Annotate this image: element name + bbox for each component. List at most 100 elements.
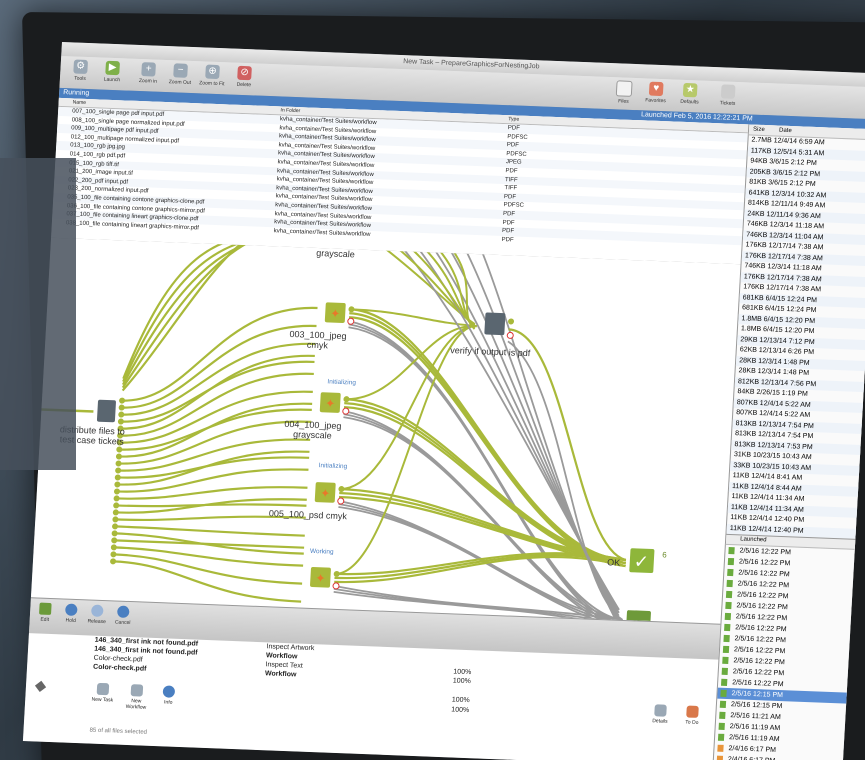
status-icon: [722, 645, 730, 654]
output-port[interactable]: [110, 551, 117, 558]
output-port[interactable]: [116, 446, 123, 453]
workflow-canvas[interactable]: ✦ ✦ ✦ ✦ ✓ 6 grayscale distribute files to tes…: [30, 237, 741, 624]
new-workflow-icon: [130, 684, 144, 697]
to-do-button[interactable]: To Do: [677, 705, 708, 726]
check-icon: ✓: [633, 551, 649, 572]
output-port[interactable]: [338, 486, 345, 493]
error-port[interactable]: [342, 407, 350, 415]
hold-icon: [64, 603, 78, 616]
output-port[interactable]: [112, 516, 119, 523]
monitor: New Task – PrepareGraphicsForNestingJob …: [0, 0, 865, 760]
error-port[interactable]: [332, 582, 340, 590]
output-port[interactable]: [117, 418, 124, 425]
status-icon: [718, 722, 725, 730]
launched-time: 2/5/16 11:21 AM: [730, 712, 781, 722]
output-port[interactable]: [115, 467, 122, 474]
zoom-fit-icon: ⊕: [205, 64, 220, 80]
zoom-to-fit-button[interactable]: ⊕ Zoom to Fit: [196, 64, 229, 87]
col-folder[interactable]: In Folder: [280, 106, 300, 115]
output-port[interactable]: [113, 495, 120, 502]
launch-button[interactable]: ▶ Launch: [96, 60, 129, 83]
status-icon: [719, 700, 727, 708]
launched-time: 2/5/16 12:22 PM: [737, 580, 790, 590]
output-port[interactable]: [343, 396, 350, 403]
delete-button[interactable]: ⊘ Delete: [228, 65, 261, 88]
butterfly-icon: ✦: [330, 307, 341, 321]
status-icon: [722, 656, 729, 665]
output-port[interactable]: [115, 460, 122, 467]
zoom-in-button[interactable]: + Zoom in: [132, 62, 165, 85]
launched-time: 2/5/16 12:22 PM: [736, 602, 789, 612]
to-do-icon: [686, 705, 699, 718]
new-workflow-button[interactable]: New Workflow: [121, 684, 152, 711]
status-icon: [726, 579, 733, 588]
output-port[interactable]: [111, 537, 118, 544]
files-button[interactable]: Files: [607, 80, 640, 105]
favorites-button[interactable]: ♥ Favorites: [639, 81, 672, 104]
zoom-in-icon: +: [141, 62, 156, 77]
error-port[interactable]: [337, 497, 345, 505]
edit-button[interactable]: Edit: [32, 602, 59, 623]
defaults-icon: ★: [682, 82, 698, 98]
cancel-icon: [116, 605, 130, 618]
details-button[interactable]: Details: [645, 704, 676, 725]
output-port[interactable]: [119, 397, 126, 404]
overlay-panel: [0, 158, 76, 470]
details-icon: [654, 704, 667, 717]
output-port[interactable]: [118, 411, 125, 418]
tickets-button[interactable]: Tickets: [711, 84, 744, 107]
files-icon: [615, 80, 633, 97]
node-label-jpeg-gray: 004_100_jpeg grayscale: [284, 418, 342, 441]
connector: [122, 237, 288, 383]
col-type[interactable]: Type: [508, 115, 519, 123]
output-port[interactable]: [508, 318, 515, 325]
output-port[interactable]: [113, 502, 120, 509]
release-button[interactable]: Release: [84, 604, 111, 625]
error-port[interactable]: [347, 317, 355, 325]
defaults-button[interactable]: ★ Defaults: [673, 82, 706, 106]
error-port[interactable]: [506, 331, 514, 339]
status-icon: [720, 678, 728, 687]
col-name[interactable]: Name: [72, 98, 86, 107]
launched-time: 2/5/16 11:19 AM: [728, 734, 780, 744]
output-port[interactable]: [118, 404, 125, 411]
app-window: New Task – PrepareGraphicsForNestingJob …: [22, 42, 865, 760]
launched-time: 2/5/16 12:15 PM: [731, 690, 784, 700]
verify-node[interactable]: [484, 312, 506, 336]
col-size[interactable]: Size: [753, 125, 765, 135]
status-icon: [724, 623, 731, 632]
launched-time: 2/5/16 12:22 PM: [734, 635, 787, 645]
output-port[interactable]: [114, 474, 121, 481]
connector: [334, 325, 477, 575]
output-port[interactable]: [110, 558, 117, 565]
tools-button[interactable]: ⚙ Tools: [64, 59, 97, 82]
distribute-node[interactable]: [96, 399, 116, 423]
output-port[interactable]: [114, 481, 121, 488]
connector: [508, 328, 627, 562]
zoom-out-button[interactable]: − Zoom Out: [164, 63, 197, 86]
status-icon: [721, 667, 728, 676]
status-icon: [725, 601, 732, 610]
output-port[interactable]: [110, 544, 117, 551]
hold-button[interactable]: Hold: [58, 603, 85, 624]
percent-value: 100%: [451, 706, 470, 715]
output-port[interactable]: [112, 509, 119, 516]
connector: [113, 553, 303, 585]
cancel-button[interactable]: Cancel: [110, 605, 137, 626]
launched-time: 2/5/16 11:19 AM: [729, 723, 781, 733]
launched-time: 2/5/16 12:22 PM: [732, 668, 785, 678]
info-button[interactable]: Info: [153, 685, 184, 706]
output-port[interactable]: [348, 306, 355, 313]
output-port[interactable]: [111, 530, 118, 537]
output-port[interactable]: [115, 453, 122, 460]
output-port[interactable]: [333, 570, 340, 577]
new-task-icon: [96, 682, 110, 696]
info-icon: [162, 685, 176, 698]
connector: [343, 405, 626, 568]
col-date[interactable]: Date: [779, 126, 792, 136]
butterfly-icon: ✦: [320, 486, 331, 500]
status-icon: [717, 744, 724, 752]
output-port[interactable]: [112, 523, 119, 530]
output-port[interactable]: [113, 488, 120, 495]
connector: [114, 525, 305, 537]
